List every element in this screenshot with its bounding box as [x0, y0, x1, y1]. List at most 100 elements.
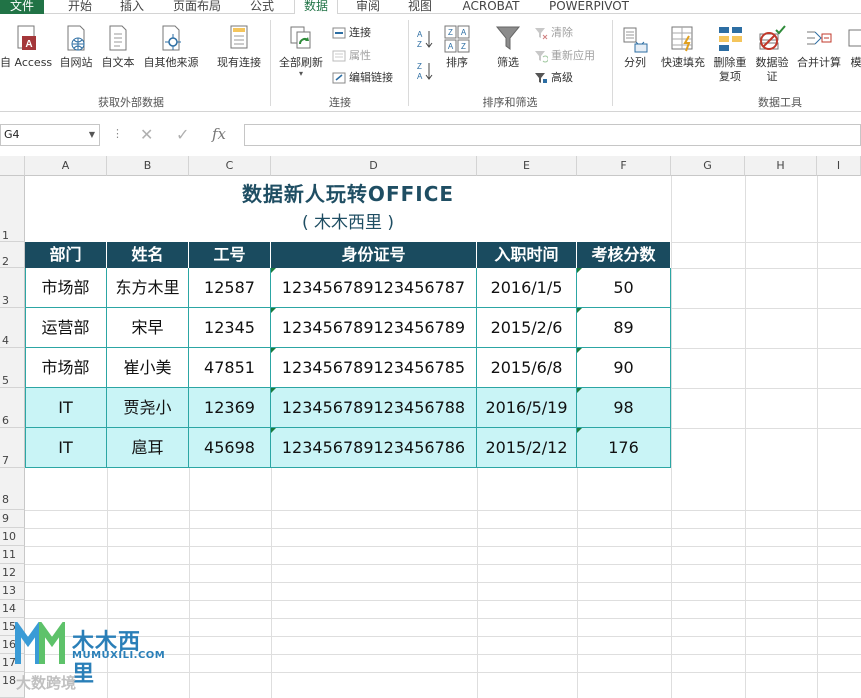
- column-header-f[interactable]: F: [577, 156, 671, 176]
- column-header-h[interactable]: H: [745, 156, 817, 176]
- cell-hire-date[interactable]: 2015/2/12: [477, 428, 577, 468]
- insert-function-icon[interactable]: fx: [212, 125, 226, 143]
- row-header-9[interactable]: 9: [0, 510, 25, 528]
- header-cell-department[interactable]: 部门: [25, 242, 107, 268]
- chevron-down-icon[interactable]: ▼: [89, 125, 95, 145]
- flash-fill-button[interactable]: 快速填充: [658, 24, 708, 70]
- tab-powerpivot[interactable]: POWERPIVOT: [546, 0, 632, 14]
- cell-id-number[interactable]: 123456789123456787: [271, 268, 477, 308]
- cell-department[interactable]: 运营部: [25, 308, 107, 348]
- filter-button[interactable]: 筛选: [490, 24, 526, 70]
- formula-input[interactable]: [244, 124, 861, 146]
- text-to-columns-button[interactable]: 分列: [616, 24, 654, 70]
- row-header-7[interactable]: 7: [0, 428, 25, 468]
- column-header-b[interactable]: B: [107, 156, 189, 176]
- refresh-all-button[interactable]: 全部刷新 ▾: [274, 24, 328, 78]
- from-other-sources-button[interactable]: 自其他来源: [140, 24, 202, 70]
- cell-id-number[interactable]: 123456789123456785: [271, 348, 477, 388]
- properties-button[interactable]: 属性: [332, 49, 371, 63]
- cell-score[interactable]: 89: [577, 308, 671, 348]
- row-header-14[interactable]: 14: [0, 600, 25, 618]
- row-header-1[interactable]: 1: [0, 176, 25, 242]
- cell-employee-id[interactable]: 12587: [189, 268, 271, 308]
- cell-score[interactable]: 90: [577, 348, 671, 388]
- cell-employee-id[interactable]: 12345: [189, 308, 271, 348]
- cell-hire-date[interactable]: 2015/2/6: [477, 308, 577, 348]
- cell-department[interactable]: IT: [25, 388, 107, 428]
- enter-checkmark-icon[interactable]: ✓: [176, 125, 189, 144]
- tab-file[interactable]: 文件: [0, 0, 44, 14]
- consolidate-button[interactable]: 合并计算: [794, 24, 844, 70]
- cancel-icon[interactable]: ✕: [140, 125, 153, 144]
- from-access-button[interactable]: A 自 Access: [0, 24, 52, 70]
- column-header-i[interactable]: I: [817, 156, 861, 176]
- select-all-corner[interactable]: [0, 156, 25, 176]
- column-header-d[interactable]: D: [271, 156, 477, 176]
- remove-duplicates-button[interactable]: 删除重复项: [710, 24, 750, 84]
- reapply-button[interactable]: 重新应用: [534, 49, 595, 63]
- cell-hire-date[interactable]: 2016/5/19: [477, 388, 577, 428]
- row-header-10[interactable]: 10: [0, 528, 25, 546]
- cell-employee-id[interactable]: 47851: [189, 348, 271, 388]
- header-cell-hire-date[interactable]: 入职时间: [477, 242, 577, 268]
- cell-employee-id[interactable]: 45698: [189, 428, 271, 468]
- cell-name[interactable]: 宋早: [107, 308, 189, 348]
- connections-button[interactable]: 连接: [332, 26, 371, 40]
- row-header-8[interactable]: 8: [0, 468, 25, 510]
- clear-filter-button[interactable]: 清除: [534, 26, 573, 40]
- sheet-subtitle[interactable]: ( 木木西里 ): [25, 208, 671, 233]
- from-web-button[interactable]: 自网站: [56, 24, 96, 70]
- row-header-5[interactable]: 5: [0, 348, 25, 388]
- header-cell-employee-id[interactable]: 工号: [189, 242, 271, 268]
- column-header-c[interactable]: C: [189, 156, 271, 176]
- cell-hire-date[interactable]: 2015/6/8: [477, 348, 577, 388]
- data-model-button[interactable]: 模: [846, 24, 861, 70]
- tab-review[interactable]: 审阅: [354, 0, 382, 14]
- cell-name[interactable]: 崔小美: [107, 348, 189, 388]
- header-cell-id-number[interactable]: 身份证号: [271, 242, 477, 268]
- cell-name[interactable]: 东方木里: [107, 268, 189, 308]
- cell-id-number[interactable]: 123456789123456788: [271, 388, 477, 428]
- tab-home[interactable]: 开始: [66, 0, 94, 14]
- tab-data[interactable]: 数据: [294, 0, 338, 15]
- data-validation-button[interactable]: 数据验证: [752, 24, 792, 84]
- cell-name[interactable]: 贾尧小: [107, 388, 189, 428]
- advanced-filter-button[interactable]: 高级: [534, 71, 573, 85]
- cell-score[interactable]: 176: [577, 428, 671, 468]
- cell-id-number[interactable]: 123456789123456786: [271, 428, 477, 468]
- row-header-6[interactable]: 6: [0, 388, 25, 428]
- header-cell-score[interactable]: 考核分数: [577, 242, 671, 268]
- row-header-12[interactable]: 12: [0, 564, 25, 582]
- tab-formulas[interactable]: 公式: [248, 0, 276, 14]
- column-header-g[interactable]: G: [671, 156, 745, 176]
- sheet-title[interactable]: 数据新人玩转OFFICE: [25, 178, 671, 207]
- sort-button[interactable]: Z A A Z 排序: [440, 24, 474, 70]
- tab-insert[interactable]: 插入: [118, 0, 146, 14]
- cell-hire-date[interactable]: 2016/1/5: [477, 268, 577, 308]
- cell-department[interactable]: IT: [25, 428, 107, 468]
- name-box[interactable]: G4 ▼: [0, 124, 100, 146]
- row-header-4[interactable]: 4: [0, 308, 25, 348]
- sort-ascending-button[interactable]: A Z: [416, 28, 437, 50]
- header-cell-name[interactable]: 姓名: [107, 242, 189, 268]
- row-header-11[interactable]: 11: [0, 546, 25, 564]
- cell-employee-id[interactable]: 12369: [189, 388, 271, 428]
- cell-department[interactable]: 市场部: [25, 268, 107, 308]
- cell-department[interactable]: 市场部: [25, 348, 107, 388]
- more-options-icon[interactable]: ⋮: [112, 127, 123, 140]
- cell-score[interactable]: 98: [577, 388, 671, 428]
- sort-descending-button[interactable]: Z A: [416, 60, 437, 82]
- edit-links-button[interactable]: 编辑链接: [332, 71, 393, 85]
- cell-name[interactable]: 扈耳: [107, 428, 189, 468]
- column-header-a[interactable]: A: [25, 156, 107, 176]
- from-text-button[interactable]: 自文本: [98, 24, 138, 70]
- row-header-13[interactable]: 13: [0, 582, 25, 600]
- column-header-e[interactable]: E: [477, 156, 577, 176]
- tab-page-layout[interactable]: 页面布局: [170, 0, 224, 14]
- existing-connections-button[interactable]: 现有连接: [212, 24, 266, 70]
- row-header-2[interactable]: 2: [0, 242, 25, 268]
- cell-id-number[interactable]: 123456789123456789: [271, 308, 477, 348]
- row-header-3[interactable]: 3: [0, 268, 25, 308]
- cell-score[interactable]: 50: [577, 268, 671, 308]
- tab-view[interactable]: 视图: [406, 0, 434, 14]
